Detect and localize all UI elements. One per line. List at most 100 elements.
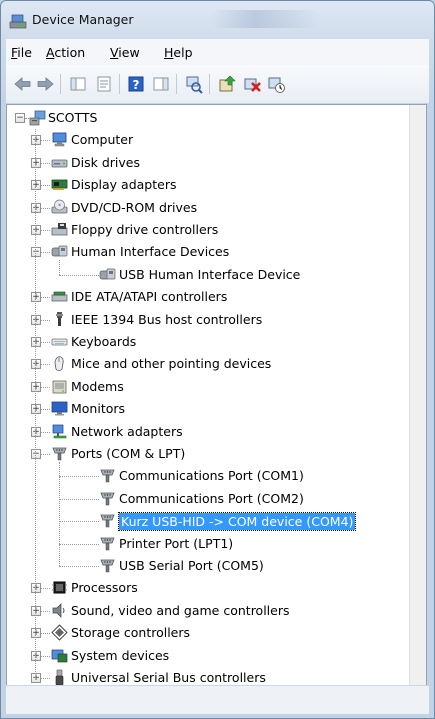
collapse-node-button[interactable]: − (31, 449, 41, 459)
expand-node-button[interactable]: + (31, 135, 41, 146)
menu-view-label: iew (118, 45, 140, 60)
tree-node[interactable]: + Floppy drive controllers (7, 219, 407, 241)
tree-node[interactable]: + Sound, video and game controllers (7, 600, 407, 622)
tree-node[interactable]: + DVD/CD-ROM drives (7, 197, 407, 219)
vertical-scrollbar[interactable] (409, 105, 426, 685)
tree-node[interactable]: + Processors (7, 577, 407, 599)
tree-connector (41, 409, 50, 411)
tree-node-label: Human Interface Devices (71, 244, 230, 260)
toolbar-separator (119, 74, 120, 94)
tree-root[interactable]: − SCOTTS (7, 107, 407, 129)
scan-hardware-icon[interactable] (184, 74, 204, 94)
disable-icon[interactable] (266, 74, 286, 94)
tree-connector (41, 297, 50, 299)
collapse-node-button[interactable]: − (15, 113, 25, 123)
properties-icon[interactable] (94, 74, 114, 94)
tree-connector (41, 252, 50, 254)
tree-node-label: Modems (71, 378, 124, 394)
tree-node-label: Display adapters (71, 177, 177, 193)
console-tree-icon[interactable] (68, 74, 88, 94)
tree-node[interactable]: + Keyboards (7, 331, 407, 353)
port-icon (99, 535, 116, 552)
tree-connector (41, 678, 50, 679)
tree-connector (41, 364, 50, 366)
menu-help-accel: H (164, 45, 174, 60)
tree-node-label: Computer (71, 132, 134, 148)
expand-node-button[interactable]: + (31, 157, 41, 168)
expand-node-button[interactable]: + (31, 404, 41, 415)
tree-connector (41, 342, 50, 343)
tree-node[interactable]: + Network adapters (7, 421, 407, 443)
expand-node-button[interactable]: + (31, 650, 41, 661)
device-manager-window: Device Manager File Action View Help ? −… (0, 0, 435, 719)
expand-node-button[interactable]: + (31, 673, 41, 683)
tree-node[interactable]: + Mice and other pointing devices (7, 353, 407, 375)
tree-node-label: Storage controllers (71, 625, 191, 641)
menu-bar: File Action View Help (6, 39, 429, 66)
tree-connector (41, 162, 50, 164)
tree-node[interactable]: + Display adapters (7, 174, 407, 196)
menu-view[interactable]: View (110, 45, 140, 60)
expand-node-button[interactable]: + (31, 583, 41, 594)
tree-node[interactable]: + System devices (7, 645, 407, 667)
menu-file[interactable]: File (11, 45, 32, 60)
expand-node-button[interactable]: + (31, 314, 41, 325)
collapse-node-button[interactable]: − (31, 247, 41, 258)
tree-node[interactable]: + Storage controllers (7, 622, 407, 644)
menu-help[interactable]: Help (164, 45, 193, 60)
tree-child-label: Kurz USB-HID -> COM device (COM4) (117, 512, 357, 532)
uninstall-icon[interactable] (242, 74, 262, 94)
back-icon[interactable] (13, 74, 33, 94)
tree-node[interactable]: + Modems (7, 376, 407, 398)
expand-node-button[interactable]: + (31, 292, 41, 303)
tree-node-label: IEEE 1394 Bus host controllers (71, 311, 263, 327)
update-driver-icon[interactable] (217, 74, 237, 94)
tree-root-label: SCOTTS (48, 110, 98, 125)
tree-child-label: USB Serial Port (COM5) (119, 558, 264, 573)
action-pane-icon[interactable] (151, 74, 171, 94)
expand-node-button[interactable]: + (31, 225, 41, 235)
tree-node[interactable]: + IDE ATA/ATAPI controllers (7, 286, 407, 308)
ieee1394-icon (51, 311, 68, 328)
port-icon (99, 490, 116, 507)
port-icon (99, 467, 116, 484)
tree-node-label: IDE ATA/ATAPI controllers (71, 289, 228, 305)
expand-node-button[interactable]: + (31, 381, 41, 392)
menu-file-label: ile (17, 45, 32, 60)
title-bar-glass (211, 10, 321, 28)
computer-icon (51, 131, 68, 148)
title-bar[interactable]: Device Manager (1, 1, 434, 39)
expand-node-button[interactable]: + (31, 628, 41, 639)
tree-node[interactable]: + Disk drives (7, 152, 407, 174)
tree-connector (59, 476, 99, 478)
tree-node[interactable]: + Universal Serial Bus controllers (7, 667, 407, 685)
device-tree[interactable]: − SCOTTS + Computer + Disk drives + Display ada… (6, 104, 427, 686)
expand-node-button[interactable]: + (31, 426, 41, 437)
menu-action[interactable]: Action (46, 45, 85, 60)
tree-node[interactable]: + Computer (7, 129, 407, 151)
expand-node-button[interactable]: + (31, 202, 41, 213)
disk-drive-icon (51, 154, 68, 171)
expand-node-button[interactable]: + (31, 359, 41, 370)
tree-connector (41, 185, 50, 187)
expand-node-button[interactable]: + (31, 605, 41, 616)
tree-node[interactable]: − Human Interface Devices (7, 241, 407, 263)
tree-connector (41, 230, 50, 231)
tree-node[interactable]: − Ports (COM & LPT) (7, 443, 407, 465)
tree-connector (41, 319, 50, 321)
forward-icon[interactable] (35, 74, 55, 94)
help-icon[interactable]: ? (126, 74, 146, 94)
dvd-drive-icon (51, 199, 68, 216)
tree-child-label: Communications Port (COM1) (119, 468, 304, 484)
tree-node-label: Universal Serial Bus controllers (71, 670, 266, 685)
port-icon (99, 512, 116, 529)
tree-node-label: Processors (71, 580, 138, 596)
expand-node-button[interactable]: + (31, 180, 41, 191)
tree-node[interactable]: + IEEE 1394 Bus host controllers (7, 309, 407, 331)
storage-controller-icon (51, 624, 68, 641)
hid-icon (51, 243, 68, 260)
mouse-icon (51, 355, 68, 372)
tree-connector (41, 431, 50, 433)
expand-node-button[interactable]: + (31, 337, 41, 347)
tree-node[interactable]: + Monitors (7, 398, 407, 420)
